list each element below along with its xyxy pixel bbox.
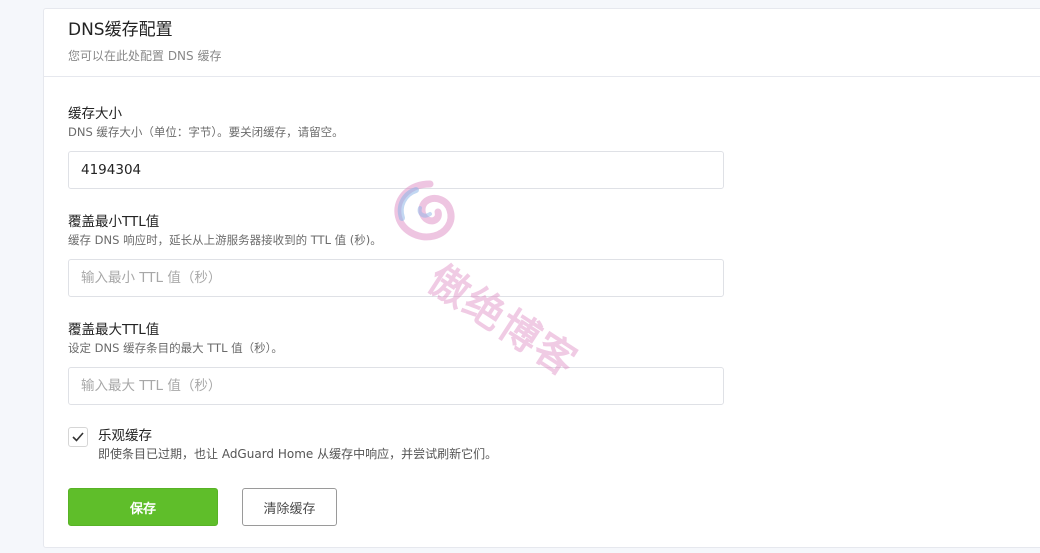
- max-ttl-label: 覆盖最大TTL值: [68, 322, 160, 338]
- max-ttl-field: 覆盖最大TTL值 设定 DNS 缓存条目的最大 TTL 值（秒）。: [68, 321, 724, 405]
- dns-cache-settings-card: DNS缓存配置 您可以在此处配置 DNS 缓存 缓存大小 DNS 缓存大小（单位…: [43, 8, 1040, 548]
- max-ttl-input[interactable]: [68, 367, 724, 405]
- optimistic-cache-label: 乐观缓存: [98, 428, 152, 444]
- cache-size-description: DNS 缓存大小（单位：字节）。要关闭缓存，请留空。: [68, 125, 344, 139]
- min-ttl-input[interactable]: [68, 259, 724, 297]
- min-ttl-field: 覆盖最小TTL值 缓存 DNS 响应时，延长从上游服务器接收到的 TTL 值 (…: [68, 213, 724, 297]
- max-ttl-description: 设定 DNS 缓存条目的最大 TTL 值（秒）。: [68, 341, 283, 355]
- optimistic-cache-row: 乐观缓存 即使条目已过期，也让 AdGuard Home 从缓存中响应，并尝试刷…: [68, 425, 768, 465]
- card-title: DNS缓存配置: [68, 20, 173, 40]
- optimistic-cache-text: 乐观缓存 即使条目已过期，也让 AdGuard Home 从缓存中响应，并尝试刷…: [98, 427, 497, 463]
- checkmark-icon: [72, 432, 84, 442]
- card-subtitle: 您可以在此处配置 DNS 缓存: [68, 49, 222, 63]
- min-ttl-description: 缓存 DNS 响应时，延长从上游服务器接收到的 TTL 值 (秒)。: [68, 233, 382, 247]
- optimistic-cache-checkbox[interactable]: [68, 427, 88, 447]
- cache-size-label: 缓存大小: [68, 106, 122, 122]
- cache-size-input[interactable]: [68, 151, 724, 189]
- save-button[interactable]: 保存: [68, 488, 218, 526]
- cache-size-field: 缓存大小 DNS 缓存大小（单位：字节）。要关闭缓存，请留空。: [68, 105, 724, 189]
- card-header: DNS缓存配置 您可以在此处配置 DNS 缓存: [44, 9, 1040, 77]
- min-ttl-label: 覆盖最小TTL值: [68, 214, 160, 230]
- clear-cache-button[interactable]: 清除缓存: [242, 488, 337, 526]
- optimistic-cache-description: 即使条目已过期，也让 AdGuard Home 从缓存中响应，并尝试刷新它们。: [98, 447, 498, 461]
